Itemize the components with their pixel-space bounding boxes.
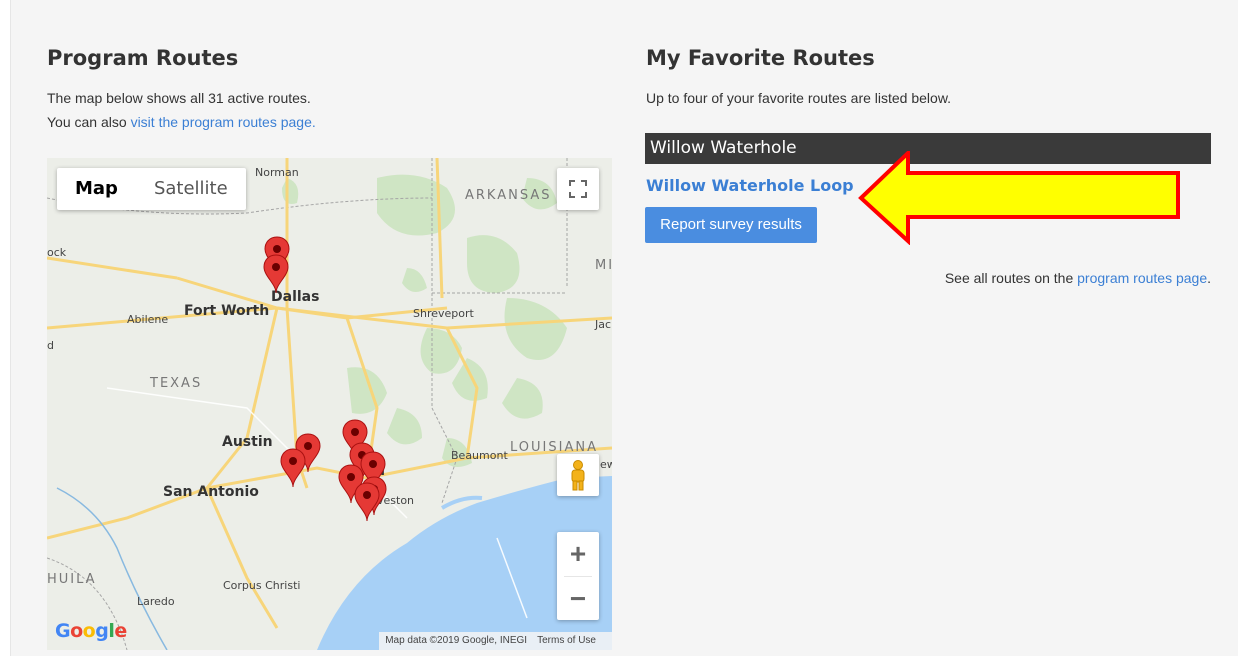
map-data-text: Map data ©2019 Google, INEGI — [385, 635, 528, 646]
map-label-d: d — [47, 339, 54, 352]
map-label-beaumont: Beaumont — [451, 449, 508, 462]
map-label-austin: Austin — [222, 434, 273, 450]
map-type-control: Map Satellite — [57, 168, 246, 210]
favorite-routes-description: Up to four of your favorite routes are l… — [646, 90, 952, 106]
see-all-suffix: . — [1207, 270, 1211, 286]
report-survey-results-button[interactable]: Report survey results — [645, 207, 817, 243]
routes-map[interactable]: Norman ARKANSAS ock MI Dallas Fort Worth… — [47, 158, 612, 650]
terms-of-use-link[interactable]: Terms of Use — [537, 635, 596, 646]
street-view-button[interactable] — [557, 454, 599, 496]
map-pin-icon — [263, 254, 289, 294]
google-logo: Google — [55, 620, 127, 642]
fullscreen-icon — [569, 180, 587, 198]
map-pin-icon — [354, 482, 380, 522]
route-marker-2[interactable] — [263, 254, 289, 294]
pegman-icon — [571, 460, 585, 491]
map-type-map-button[interactable]: Map — [57, 168, 136, 210]
map-label-mi: MI — [595, 258, 612, 273]
map-attribution: Map data ©2019 Google, INEGI Terms of Use — [379, 632, 612, 650]
favorite-routes-heading: My Favorite Routes — [646, 46, 875, 70]
program-routes-page-link[interactable]: program routes page — [1077, 270, 1207, 286]
map-label-louisiana: LOUISIANA — [510, 440, 598, 455]
willow-waterhole-loop-link[interactable]: Willow Waterhole Loop — [646, 176, 854, 195]
map-label-ock: ock — [47, 246, 67, 259]
map-label-ew: ew — [600, 458, 612, 471]
map-label-norman: Norman — [255, 166, 299, 179]
map-label-arkansas: ARKANSAS — [465, 188, 552, 203]
map-label-shreveport: Shreveport — [413, 307, 474, 320]
map-label-jac: Jac — [595, 318, 612, 331]
route-marker-5[interactable] — [280, 448, 306, 488]
link-prefix: You can also — [47, 114, 131, 130]
zoom-in-button[interactable]: + — [557, 532, 599, 576]
annotation-arrow-icon — [858, 151, 1180, 245]
map-type-satellite-button[interactable]: Satellite — [136, 168, 246, 210]
map-pin-icon — [280, 448, 306, 488]
map-label-laredo: Laredo — [137, 595, 175, 608]
program-routes-description: The map below shows all 31 active routes… — [47, 90, 311, 106]
map-label-fort-worth: Fort Worth — [184, 303, 270, 319]
map-label-huila: HUILA — [47, 572, 97, 587]
map-canvas[interactable] — [47, 158, 612, 650]
map-label-san-antonio: San Antonio — [163, 484, 259, 500]
map-label-corpus-christi: Corpus Christi — [223, 579, 301, 592]
map-label-abilene: Abilene — [127, 313, 169, 326]
route-marker-10[interactable] — [354, 482, 380, 522]
fullscreen-button[interactable] — [557, 168, 599, 210]
see-all-routes-line: See all routes on the program routes pag… — [945, 270, 1211, 286]
program-routes-heading: Program Routes — [47, 46, 239, 70]
visit-program-routes-link[interactable]: visit the program routes page. — [131, 114, 316, 130]
program-routes-link-line: You can also visit the program routes pa… — [47, 111, 316, 134]
see-all-prefix: See all routes on the — [944, 270, 1078, 286]
map-label-texas: TEXAS — [150, 376, 203, 391]
zoom-out-button[interactable]: − — [557, 577, 599, 620]
zoom-control: + − — [557, 532, 599, 620]
